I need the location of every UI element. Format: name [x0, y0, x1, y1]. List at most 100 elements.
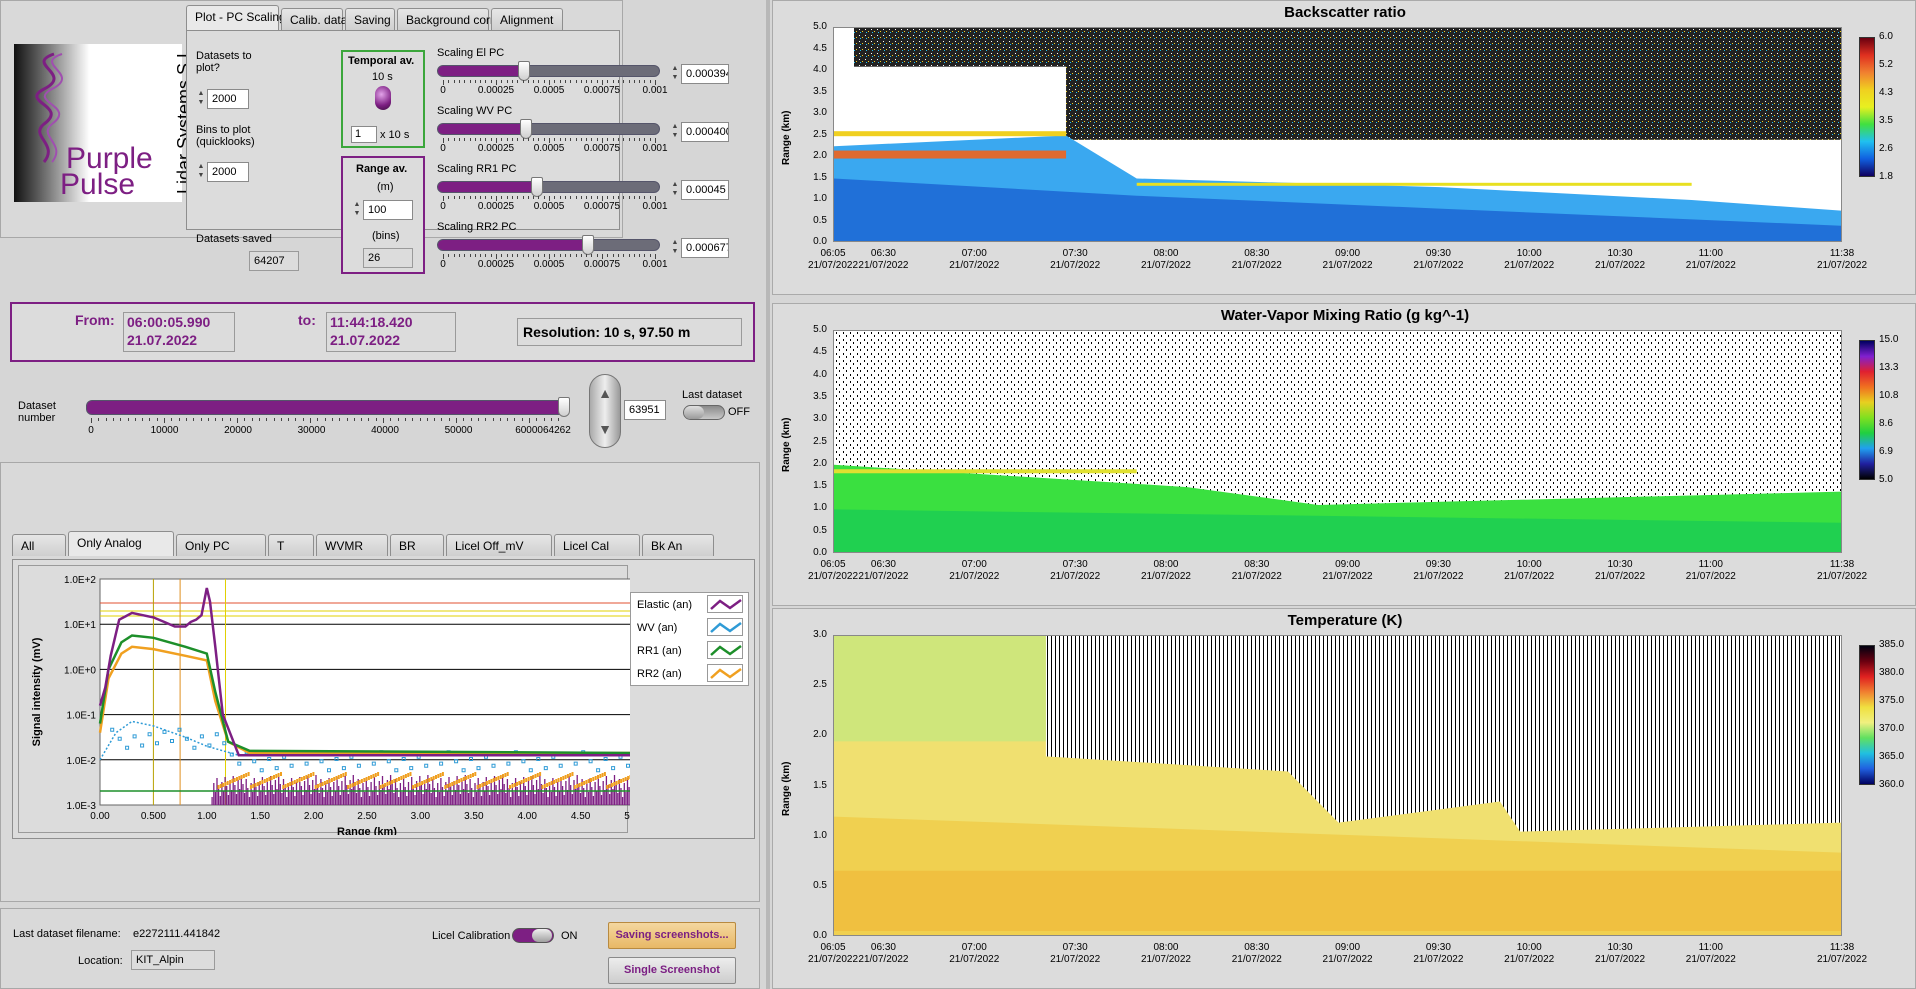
quicklook-y-tick: 1.0 [813, 193, 827, 204]
quicklook-y-tick: 2.5 [813, 679, 827, 691]
colorbar-tick: 6.0 [1879, 31, 1893, 42]
tick-mark [538, 254, 540, 257]
scaling-slider[interactable] [437, 181, 660, 193]
y-axis-label: Signal intensity (mV) [31, 637, 43, 746]
tick-mark [570, 138, 572, 141]
scaling-spinner-icon[interactable]: ▲ ▼ [670, 64, 680, 84]
tick-mark [527, 138, 529, 141]
tick-mark [564, 138, 566, 141]
tick-mark [570, 254, 572, 257]
plot-tab[interactable]: Only PC [176, 534, 266, 556]
bins-spinner-icon[interactable]: ▲ ▼ [196, 162, 206, 182]
scaling-tick-label: 0.00025 [477, 201, 515, 212]
dataset-number-input[interactable]: 63951 [624, 400, 666, 420]
plot-tab[interactable]: Licel Cal [554, 534, 640, 556]
quicklook-y-tick: 3.0 [813, 413, 827, 425]
tab-plot-pc-scaling[interactable]: Plot - PC Scaling [186, 5, 286, 30]
dataset-slider[interactable] [86, 400, 568, 415]
legend-swatch-icon [707, 595, 743, 613]
dataset-stepper-icon[interactable]: ▲ ▼ [589, 374, 621, 448]
plot-tab[interactable]: All [12, 534, 66, 556]
saving-screenshots-button[interactable]: Saving screenshots... [608, 922, 736, 949]
dataset-slider-thumb[interactable] [558, 397, 570, 417]
datasets-spinner-icon[interactable]: ▲ ▼ [196, 89, 206, 109]
tick-mark [596, 196, 598, 199]
scaling-slider-thumb[interactable] [582, 235, 594, 255]
scaling-slider[interactable] [437, 123, 660, 135]
tick-mark [506, 254, 508, 257]
quicklook-panel: Water-Vapor Mixing Ratio (g kg^-1) Range… [772, 303, 1916, 606]
scaling-spinner-icon[interactable]: ▲ ▼ [670, 238, 680, 258]
temporal-av-input[interactable]: 1 [351, 126, 377, 143]
tick-mark [469, 80, 471, 83]
quicklook-x-tick: 10:30 21/07/2022 [1580, 248, 1660, 272]
tick-mark [464, 254, 466, 257]
tick-mark [533, 138, 535, 141]
tick-mark [639, 80, 641, 83]
time-tick-label: 08:00 [1153, 942, 1179, 953]
scaling-value-input[interactable]: 0.000677 [681, 238, 729, 258]
scaling-spinner-icon[interactable]: ▲ ▼ [670, 122, 680, 142]
tick-mark [229, 418, 231, 421]
tick-mark [575, 80, 577, 83]
time-tick-label: 10:00 [1516, 248, 1542, 259]
temporal-toggle-knob-icon[interactable] [375, 86, 391, 110]
quicklook-y-tick: 4.5 [813, 346, 827, 358]
tick-mark [258, 418, 260, 421]
tick-mark [324, 418, 326, 421]
tick-mark [607, 254, 609, 257]
plot-tab[interactable]: BR [390, 534, 444, 556]
tick-mark [149, 418, 151, 421]
quicklook-x-tick: 07:00 21/07/2022 [934, 559, 1014, 583]
plot-tab[interactable]: Licel Off_mV [446, 534, 552, 556]
tick-mark [628, 80, 630, 83]
scaling-slider[interactable] [437, 239, 660, 251]
tick-mark [559, 138, 561, 141]
scaling-slider[interactable] [437, 65, 660, 77]
scaling-slider-thumb[interactable] [531, 177, 543, 197]
scaling-tick-label: 0 [440, 201, 446, 212]
tab-calib-data[interactable]: Calib. data [281, 8, 347, 30]
datasets-to-plot-input[interactable]: 2000 [207, 89, 249, 109]
scaling-value-input[interactable]: 0.000400 [681, 122, 729, 142]
date-tick-label: 21/07/2022 [1504, 954, 1555, 965]
dataset-tick-label: 30000 [297, 425, 326, 436]
tick-mark [441, 418, 443, 421]
tick-mark [506, 138, 508, 141]
scaling-slider-thumb[interactable] [520, 119, 532, 139]
range-spinner-icon[interactable]: ▲ ▼ [352, 200, 362, 220]
scaling-slider-fill [438, 124, 527, 134]
tick-mark [458, 254, 460, 257]
tick-mark [591, 196, 593, 199]
single-screenshot-button[interactable]: Single Screenshot [608, 957, 736, 984]
tab-background-corr[interactable]: Background corr. [397, 8, 497, 30]
tick-mark [480, 80, 482, 83]
tab-alignment[interactable]: Alignment [491, 8, 563, 30]
time-tick-label: 10:00 [1516, 559, 1542, 570]
quicklook-y-label: Range (km) [781, 110, 792, 165]
tick-mark [288, 418, 290, 421]
plot-tab[interactable]: Only Analog [68, 531, 174, 556]
scaling-slider-thumb[interactable] [518, 61, 530, 81]
dataset-tick-label: 20000 [224, 425, 252, 436]
quicklook-y-tick: 2.0 [813, 457, 827, 469]
tab-saving[interactable]: Saving [345, 8, 395, 30]
location-value: KIT_Alpin [131, 950, 215, 970]
tick-mark [412, 418, 414, 421]
bins-to-plot-input[interactable]: 2000 [207, 162, 249, 182]
tick-mark [527, 196, 529, 199]
scaling-spinner-icon[interactable]: ▲ ▼ [670, 180, 680, 200]
plot-tab[interactable]: Bk An [642, 534, 714, 556]
scaling-value-input[interactable]: 0.00045 [681, 180, 729, 200]
colorbar-tick: 5.0 [1879, 474, 1893, 485]
quicklook-x-tick: 07:00 21/07/2022 [934, 248, 1014, 272]
plot-tab[interactable]: WVMR [316, 534, 388, 556]
date-tick-label: 21/07/2022 [1594, 260, 1646, 271]
range-av-input[interactable]: 100 [363, 200, 413, 220]
tick-mark [453, 254, 455, 257]
tick-mark [507, 418, 509, 421]
scaling-label: Scaling WV PC [437, 105, 513, 117]
scaling-value-input[interactable]: 0.000394 [681, 64, 729, 84]
plot-tab[interactable]: T [268, 534, 314, 556]
from-date: 21.07.2022 [127, 332, 198, 348]
